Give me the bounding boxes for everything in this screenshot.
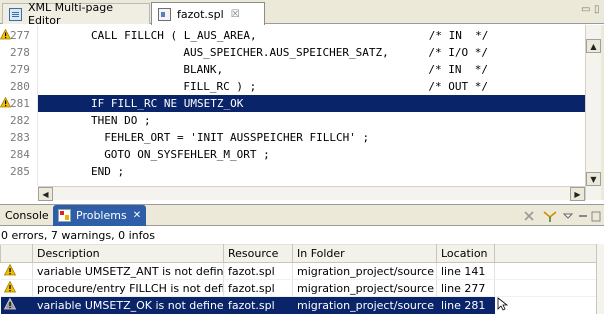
code-line-row: 283 FEHLER_ORT = 'INIT AUSSPEICHER FILLCH… <box>0 129 604 146</box>
code-line-row: 280 FILL_RC ) ; /* OUT */ <box>0 78 604 95</box>
view-tab-bar: Console Problems ✕ <box>0 204 604 226</box>
code-line-row: 279 BLANK, /* IN */ <box>0 61 604 78</box>
code-line-row: 278 AUS_SPEICHER.AUS_SPEICHER_SATZ, /* I/… <box>0 44 604 61</box>
cell-resource: fazot.spl <box>223 296 293 314</box>
cell-filler <box>494 296 597 314</box>
code-line-text[interactable]: GOTO ON_SYSFEHLER_M_ORT ; <box>38 146 585 163</box>
problems-icon <box>58 209 71 222</box>
cell-description: variable UMSETZ_ANT is not defined <box>32 262 224 280</box>
cell-location: line 141 <box>436 262 495 280</box>
line-number: 282 <box>10 114 30 127</box>
tab-xml-multipage-editor[interactable]: XML Multi-page Editor <box>2 1 150 27</box>
table-vertical-scrollbar[interactable] <box>596 244 604 314</box>
cell-folder: migration_project/source <box>292 262 437 280</box>
cell-resource: fazot.spl <box>223 279 293 297</box>
cell-description: procedure/entry FILLCH is not defi... <box>32 279 224 297</box>
table-header-row: Description Resource In Folder Location <box>0 244 597 263</box>
xml-editor-icon <box>9 7 22 21</box>
tab-problems[interactable]: Problems ✕ <box>53 205 146 226</box>
minimize-icon[interactable]: ▭ <box>581 4 590 15</box>
vertical-scrollbar[interactable]: ▲ ▼ <box>585 25 601 200</box>
cell-resource: fazot.spl <box>223 262 293 280</box>
code-line-text[interactable]: CALL FILLCH ( L_AUS_AREA, /* IN */ <box>38 27 585 44</box>
code-line-row: 281 IF FILL_RC NE UMSETZ_OK <box>0 95 604 112</box>
code-line-row: 277 CALL FILLCH ( L_AUS_AREA, /* IN */ <box>0 27 604 44</box>
mouse-cursor-icon <box>497 297 509 311</box>
code-line-row: 282 THEN DO ; <box>0 112 604 129</box>
problems-table: Description Resource In Folder Location … <box>0 244 597 314</box>
maximize-icon[interactable]: ▯ <box>594 4 600 15</box>
scroll-down-icon[interactable]: ▼ <box>586 172 601 186</box>
tab-console[interactable]: Console <box>0 205 53 226</box>
line-number: 285 <box>10 165 30 178</box>
minimize-view-icon[interactable] <box>577 209 589 223</box>
code-editor[interactable]: 277 CALL FILLCH ( L_AUS_AREA, /* IN */278… <box>0 25 604 201</box>
line-number: 281 <box>10 97 30 110</box>
column-header-resource[interactable]: Resource <box>223 244 293 263</box>
editor-tab-bar: XML Multi-page Editor fazot.spl ☒ ▭ ▯ <box>0 0 604 27</box>
line-number: 284 <box>10 148 30 161</box>
column-header-filler <box>494 244 597 263</box>
code-line-text[interactable]: AUS_SPEICHER.AUS_SPEICHER_SATZ, /* I/O *… <box>38 44 585 61</box>
code-line-row: 284 GOTO ON_SYSFEHLER_M_ORT ; <box>0 146 604 163</box>
code-line-text[interactable]: END ; <box>38 163 585 180</box>
table-row[interactable]: procedure/entry FILLCH is not defi... faz… <box>0 279 597 297</box>
line-number: 277 <box>10 29 30 42</box>
code-line-text[interactable]: BLANK, /* IN */ <box>38 61 585 78</box>
code-line-row: 285 END ; <box>0 163 604 180</box>
table-row[interactable]: variable UMSETZ_ANT is not defined fazot.… <box>0 262 597 280</box>
close-view-icon[interactable]: ✕ <box>133 210 141 221</box>
horizontal-scrollbar[interactable]: ◀ ▶ <box>38 186 585 201</box>
delete-icon[interactable] <box>522 209 536 223</box>
line-number: 279 <box>10 63 30 76</box>
column-header-icon[interactable] <box>0 244 33 263</box>
view-toolbar <box>522 208 601 224</box>
line-number: 283 <box>10 131 30 144</box>
spl-file-icon <box>158 7 171 21</box>
warning-icon <box>0 296 33 314</box>
problems-summary: 0 errors, 7 warnings, 0 infos <box>0 227 604 244</box>
cell-folder: migration_project/source <box>292 279 437 297</box>
line-number: 280 <box>10 80 30 93</box>
warning-icon <box>0 262 33 280</box>
cell-filler <box>494 262 597 280</box>
view-menu-icon[interactable] <box>562 209 574 223</box>
code-line-text[interactable]: FEHLER_ORT = 'INIT AUSSPEICHER FILLCH' ; <box>38 129 585 146</box>
cell-location: line 277 <box>436 279 495 297</box>
line-number: 278 <box>10 46 30 59</box>
tab-label: XML Multi-page Editor <box>28 1 113 27</box>
cell-filler <box>494 279 597 297</box>
maximize-view-icon[interactable] <box>591 209 601 223</box>
warning-icon <box>0 279 33 297</box>
cell-location: line 281 <box>436 296 495 314</box>
scroll-up-icon[interactable]: ▲ <box>586 39 601 53</box>
code-line-text[interactable]: IF FILL_RC NE UMSETZ_OK <box>38 95 585 112</box>
tab-label: Problems <box>76 209 127 222</box>
close-tab-icon[interactable]: ☒ <box>231 9 240 20</box>
scroll-right-icon[interactable]: ▶ <box>570 187 585 201</box>
filter-icon[interactable] <box>542 209 558 223</box>
cell-folder: migration_project/source <box>292 296 437 314</box>
tab-label: Console <box>5 209 49 222</box>
tab-fazot-spl[interactable]: fazot.spl ☒ <box>151 2 265 25</box>
column-header-location[interactable]: Location <box>436 244 495 263</box>
code-line-text[interactable]: THEN DO ; <box>38 112 585 129</box>
table-row[interactable]: variable UMSETZ_OK is not defined fazot.s… <box>0 296 597 314</box>
column-header-folder[interactable]: In Folder <box>292 244 437 263</box>
column-header-description[interactable]: Description <box>32 244 224 263</box>
scroll-left-icon[interactable]: ◀ <box>38 187 53 201</box>
cell-description: variable UMSETZ_OK is not defined <box>32 296 224 314</box>
tab-label: fazot.spl <box>177 7 224 21</box>
code-line-text[interactable]: FILL_RC ) ; /* OUT */ <box>38 78 585 95</box>
